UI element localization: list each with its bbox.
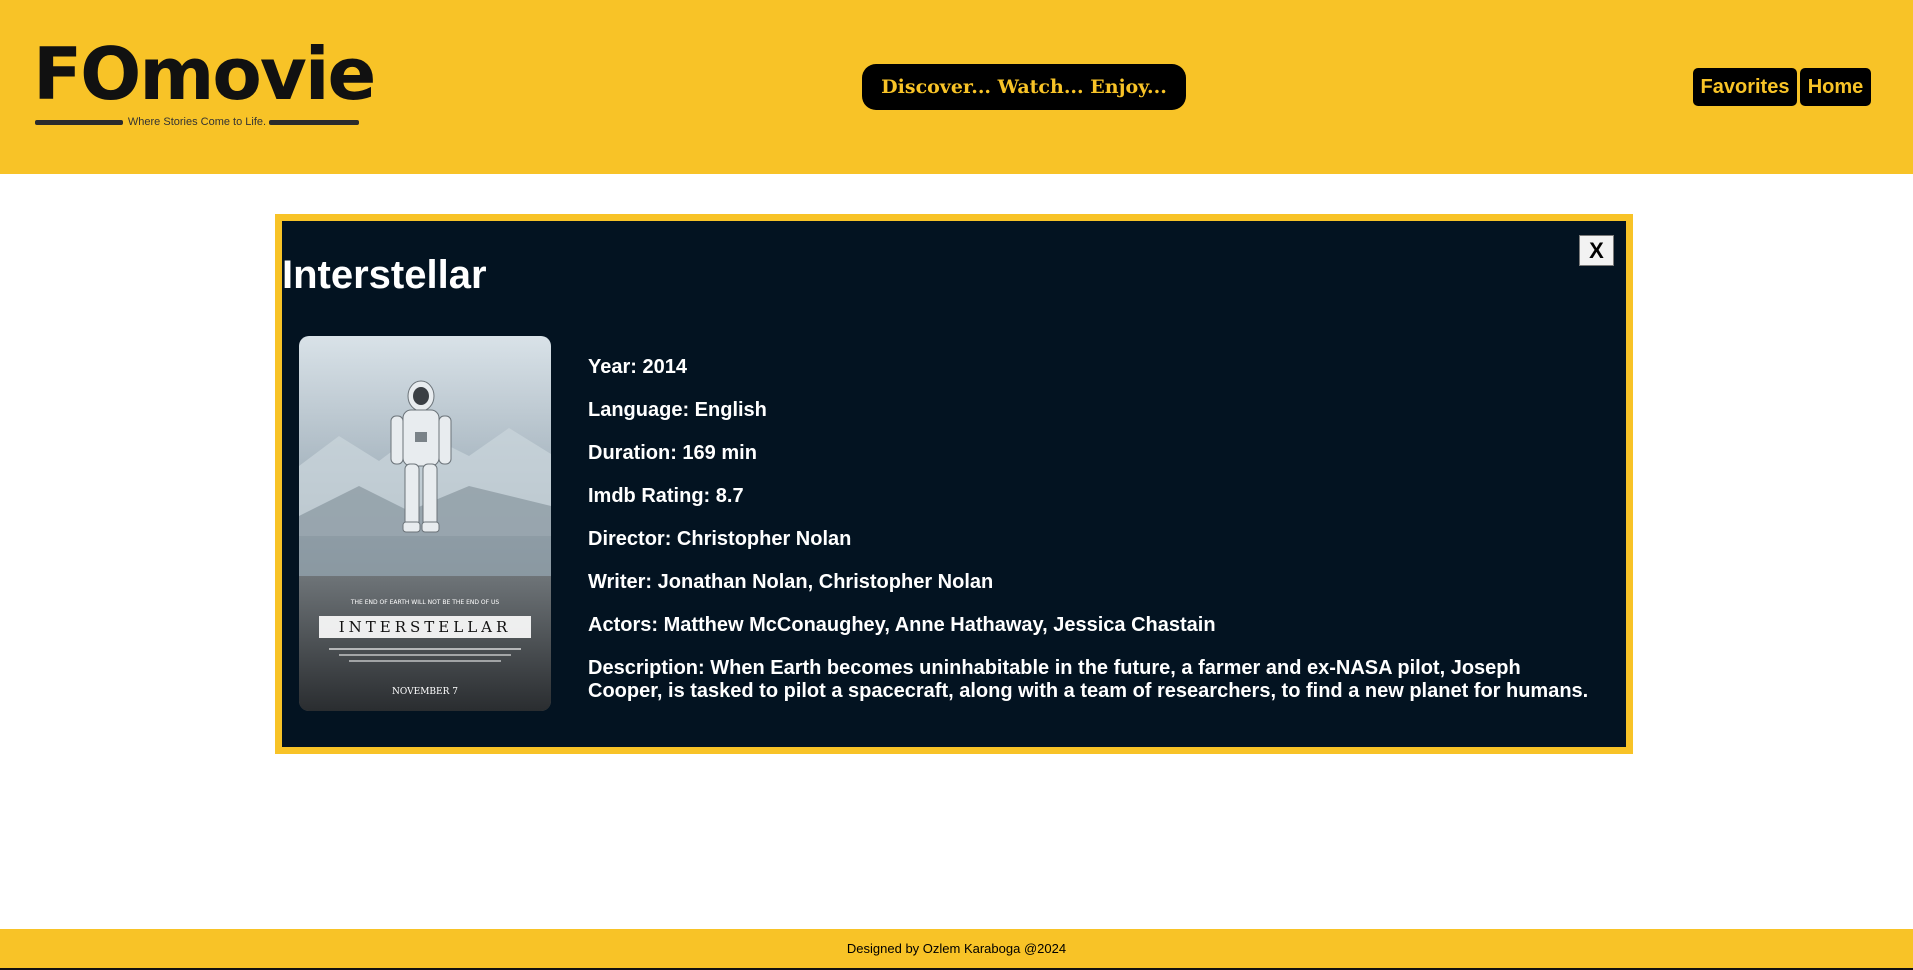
favorites-button[interactable]: Favorites bbox=[1693, 68, 1797, 106]
site-header: FOmovie Where Stories Come to Life. Disc… bbox=[0, 0, 1913, 174]
poster-release: NOVEMBER 7 bbox=[392, 687, 458, 697]
detail-language: Language: English bbox=[588, 399, 767, 421]
logo-text: FOmovie bbox=[33, 32, 376, 116]
detail-year: Year: 2014 bbox=[588, 356, 687, 378]
site-footer: Designed by Ozlem Karaboga @2024 bbox=[0, 929, 1913, 970]
logo-underline-right bbox=[269, 120, 359, 125]
logo-underline-left bbox=[35, 120, 123, 125]
movie-poster: THE END OF EARTH WILL NOT BE THE END OF … bbox=[299, 336, 551, 711]
movie-modal: Interstellar X THE END OF EARTH WILL NOT… bbox=[282, 221, 1626, 747]
poster-artwork: THE END OF EARTH WILL NOT BE THE END OF … bbox=[299, 336, 551, 711]
header-tagline: Discover... Watch... Enjoy... bbox=[862, 64, 1186, 110]
detail-writer: Writer: Jonathan Nolan, Christopher Nola… bbox=[588, 571, 994, 593]
home-button[interactable]: Home bbox=[1800, 68, 1871, 106]
site-logo[interactable]: FOmovie Where Stories Come to Life. bbox=[33, 32, 376, 132]
detail-director: Director: Christopher Nolan bbox=[588, 528, 852, 550]
detail-description: Description: When Earth becomes uninhabi… bbox=[588, 657, 1589, 702]
detail-duration: Duration: 169 min bbox=[588, 442, 757, 464]
movie-details: Year: 2014 Language: English Duration: 1… bbox=[588, 356, 1598, 723]
movie-title: Interstellar bbox=[282, 253, 487, 297]
detail-imdb-rating: Imdb Rating: 8.7 bbox=[588, 485, 744, 507]
movie-modal-frame: Interstellar X THE END OF EARTH WILL NOT… bbox=[275, 214, 1633, 754]
detail-actors: Actors: Matthew McConaughey, Anne Hathaw… bbox=[588, 614, 1216, 636]
logo-tagline: Where Stories Come to Life. bbox=[127, 116, 267, 128]
poster-heading: THE END OF EARTH WILL NOT BE THE END OF … bbox=[350, 599, 500, 606]
close-button[interactable]: X bbox=[1579, 235, 1614, 266]
poster-title: INTERSTELLAR bbox=[339, 618, 512, 636]
